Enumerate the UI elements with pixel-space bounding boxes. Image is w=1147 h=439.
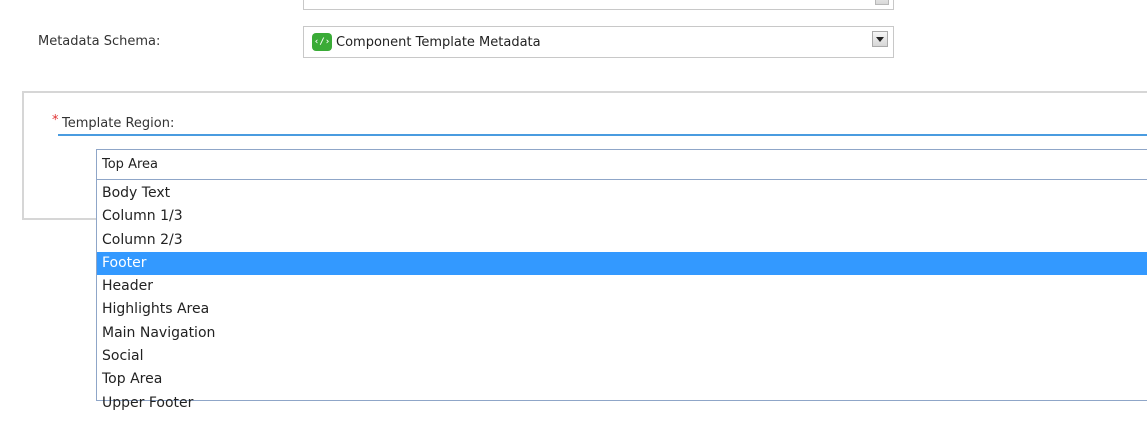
dropdown-option[interactable]: Social: [97, 345, 1147, 368]
template-region-dropdown[interactable]: Top Area Body Text Column 1/3 Column 2/3 Fo…: [96, 149, 1147, 411]
template-region-current-value[interactable]: Top Area: [97, 150, 1147, 180]
schema-icon: ‹/›: [312, 33, 332, 51]
dropdown-options-list: Body Text Column 1/3 Column 2/3 Footer Heade…: [97, 180, 1147, 415]
chevron-down-icon[interactable]: [872, 31, 888, 47]
required-icon: *: [52, 113, 59, 128]
dropdown-option[interactable]: Highlights Area: [97, 298, 1147, 321]
dropdown-option[interactable]: Main Navigation: [97, 322, 1147, 345]
dropdown-option[interactable]: Body Text: [97, 182, 1147, 205]
template-region-label: Template Region:: [62, 116, 175, 131]
dropdown-option[interactable]: Header: [97, 275, 1147, 298]
dropdown-option[interactable]: Upper Footer: [97, 392, 1147, 415]
dropdown-option[interactable]: Column 2/3: [97, 229, 1147, 252]
metadata-schema-value: Component Template Metadata: [336, 35, 541, 50]
clipped-select-field[interactable]: [303, 0, 894, 10]
dropdown-option[interactable]: Top Area: [97, 368, 1147, 391]
dropdown-arrow-icon[interactable]: [875, 0, 889, 5]
metadata-form: Metadata Schema: ‹/› Component Template …: [0, 0, 1147, 439]
metadata-schema-label: Metadata Schema:: [38, 34, 161, 49]
metadata-schema-select[interactable]: ‹/› Component Template Metadata: [303, 26, 894, 58]
dropdown-option[interactable]: Column 1/3: [97, 205, 1147, 228]
focus-underline: [58, 134, 1147, 136]
dropdown-option[interactable]: Footer: [97, 251, 1147, 276]
